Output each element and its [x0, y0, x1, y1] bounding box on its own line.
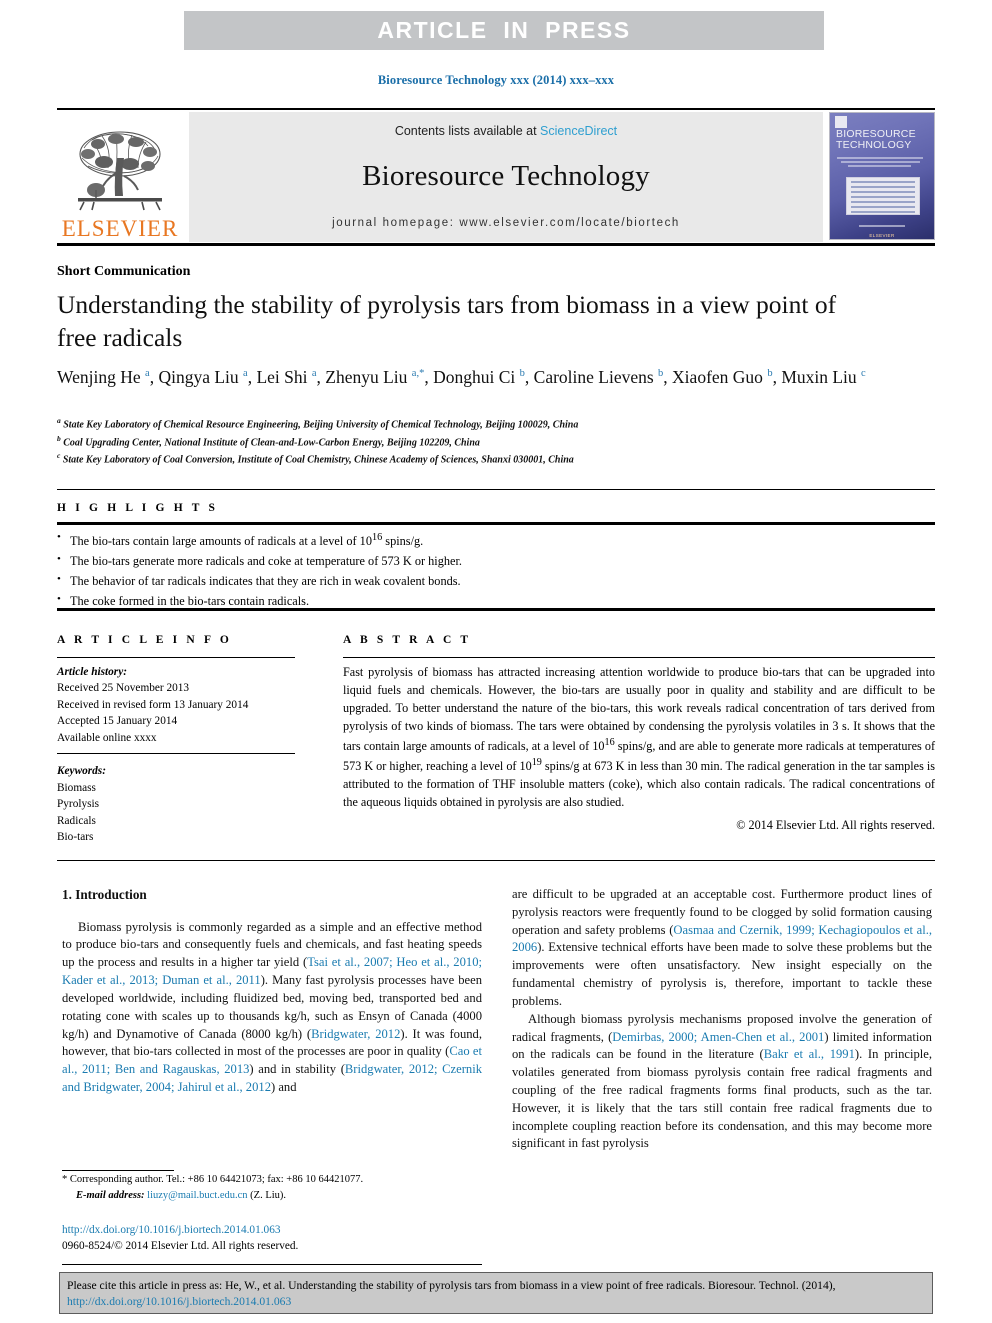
- keywords-label: Keywords:: [57, 765, 106, 778]
- highlights-items: The bio-tars contain large amounts of ra…: [57, 529, 935, 612]
- highlights-heading: H I G H L I G H T S: [57, 502, 219, 514]
- abstract-body: Fast pyrolysis of biomass has attracted …: [343, 665, 936, 809]
- affiliation: b Coal Upgrading Center, National Instit…: [57, 433, 480, 448]
- elsevier-tree-icon: [78, 131, 162, 211]
- journal-title: Bioresource Technology: [362, 159, 650, 192]
- paragraph: are difficult to be upgraded at an accep…: [512, 887, 932, 1008]
- doi-link[interactable]: http://dx.doi.org/10.1016/j.biortech.201…: [62, 1222, 482, 1238]
- article-info-heading: A R T I C L E I N F O: [57, 634, 232, 646]
- footnote-rule: [62, 1170, 174, 1171]
- author-list: Wenjing He a, Qingya Liu a, Lei Shi a, Z…: [57, 367, 866, 387]
- keywords-list: Biomass Pyrolysis Radicals Bio-tars: [57, 780, 295, 846]
- cite-doi-link[interactable]: http://dx.doi.org/10.1016/j.biortech.201…: [67, 1295, 291, 1308]
- sciencedirect-link[interactable]: ScienceDirect: [540, 124, 617, 138]
- paragraph: Biomass pyrolysis is commonly regarded a…: [62, 919, 482, 1094]
- email-line: E-mail address: liuzy@mail.buct.edu.cn (…: [62, 1188, 482, 1204]
- body-column-left: 1. Introduction Biomass pyrolysis is com…: [62, 886, 482, 1097]
- cover-footer-rule: [830, 214, 934, 232]
- keyword: Biomass: [57, 781, 96, 794]
- highlights-top-rule: [57, 489, 935, 490]
- journal-cover-thumbnail: BIORESOURCE TECHNOLOGY ELSEVIER: [829, 112, 935, 240]
- cover-title: BIORESOURCE TECHNOLOGY: [836, 128, 928, 152]
- keyword: Bio-tars: [57, 831, 94, 844]
- section-heading-introduction: 1. Introduction: [62, 887, 147, 902]
- history-entry: Received 25 November 2013: [57, 682, 190, 695]
- page-title: Understanding the stability of pyrolysis…: [57, 290, 837, 353]
- article-page: ARTICLE IN PRESS Bioresource Technology …: [0, 0, 992, 1323]
- abstract-heading: A B S T R A C T: [343, 634, 472, 646]
- abstract-column: Fast pyrolysis of biomass has attracted …: [343, 664, 935, 835]
- highlight-item: The bio-tars generate more radicals and …: [57, 551, 935, 572]
- masthead-bottom-rule: [57, 243, 935, 246]
- elsevier-logo: ELSEVIER: [57, 112, 183, 242]
- history-entry: Accepted 15 January 2014: [57, 715, 178, 728]
- article-info-column: Article history: Received 25 November 20…: [57, 664, 295, 846]
- affiliation: a State Key Laboratory of Chemical Resou…: [57, 416, 579, 431]
- body-column-right: are difficult to be upgraded at an accep…: [512, 886, 932, 1153]
- abstract-rule: [343, 657, 935, 658]
- email-label: E-mail address:: [76, 1189, 145, 1201]
- history-entry: Available online xxxx: [57, 731, 157, 744]
- contents-prefix: Contents lists available at: [394, 123, 541, 138]
- contents-available-line: Contents lists available at ScienceDirec…: [395, 124, 617, 138]
- highlights-rule: [57, 522, 935, 525]
- cite-this-article-box: Please cite this article in press as: He…: [59, 1272, 933, 1314]
- email-link[interactable]: liuzy@mail.buct.edu.cn: [147, 1190, 247, 1201]
- highlight-item: The bio-tars contain large amounts of ra…: [57, 529, 935, 552]
- keywords-block: Keywords: Biomass Pyrolysis Radicals Bio-ta…: [57, 763, 295, 845]
- article-info-rule: [57, 657, 295, 658]
- article-in-press-banner: ARTICLE IN PRESS: [184, 11, 824, 50]
- right-column-paragraphs: are difficult to be upgraded at an accep…: [512, 886, 932, 1153]
- body-top-rule: [57, 860, 935, 861]
- abstract-rights: © 2014 Elsevier Ltd. All rights reserved…: [736, 817, 935, 832]
- journal-homepage[interactable]: journal homepage: www.elsevier.com/locat…: [332, 217, 680, 229]
- cite-text: Please cite this article in press as: He…: [67, 1279, 836, 1292]
- cover-publisher-label: ELSEVIER: [869, 233, 895, 238]
- history-entry: Received in revised form 13 January 2014: [57, 698, 249, 711]
- cover-subtitle-lines: [837, 157, 927, 172]
- journal-masthead: ELSEVIER Contents lists available at Sci…: [57, 108, 935, 242]
- article-history-list: Received 25 November 2013 Received in rev…: [57, 680, 295, 746]
- article-history-label: Article history:: [57, 666, 127, 678]
- cover-publisher-icon: [835, 116, 847, 128]
- paragraph: Although biomass pyrolysis mechanisms pr…: [512, 1011, 932, 1151]
- footnote-block: * Corresponding author. Tel.: +86 10 644…: [62, 1172, 482, 1204]
- cover-figure: [846, 177, 920, 215]
- corresponding-author-note: * Corresponding author. Tel.: +86 10 644…: [62, 1174, 364, 1185]
- elsevier-wordmark: ELSEVIER: [61, 216, 179, 241]
- journal-running-head: Bioresource Technology xxx (2014) xxx–xx…: [377, 73, 615, 87]
- highlight-item: The behavior of tar radicals indicates t…: [57, 571, 935, 592]
- doi-block: http://dx.doi.org/10.1016/j.biortech.201…: [62, 1222, 482, 1254]
- keywords-separator-rule: [57, 753, 295, 754]
- issn-copyright-line: 0960-8524/© 2014 Elsevier Ltd. All right…: [62, 1240, 299, 1253]
- masthead-center: Contents lists available at ScienceDirec…: [189, 112, 823, 242]
- keyword: Pyrolysis: [57, 798, 100, 811]
- left-column-paragraphs: Biomass pyrolysis is commonly regarded a…: [62, 919, 482, 1097]
- email-suffix: (Z. Liu).: [250, 1189, 287, 1201]
- keyword: Radicals: [57, 814, 96, 827]
- affiliation: c State Key Laboratory of Coal Conversio…: [57, 451, 574, 466]
- article-type: Short Communication: [57, 264, 191, 279]
- affiliation-list: a State Key Laboratory of Chemical Resou…: [57, 415, 927, 468]
- highlights-list: The bio-tars contain large amounts of ra…: [57, 529, 935, 612]
- highlights-bottom-rule: [57, 608, 935, 611]
- footer-rule: [62, 1264, 482, 1265]
- article-in-press-label: ARTICLE IN PRESS: [377, 17, 631, 43]
- cover-title-line2: TECHNOLOGY: [836, 139, 912, 152]
